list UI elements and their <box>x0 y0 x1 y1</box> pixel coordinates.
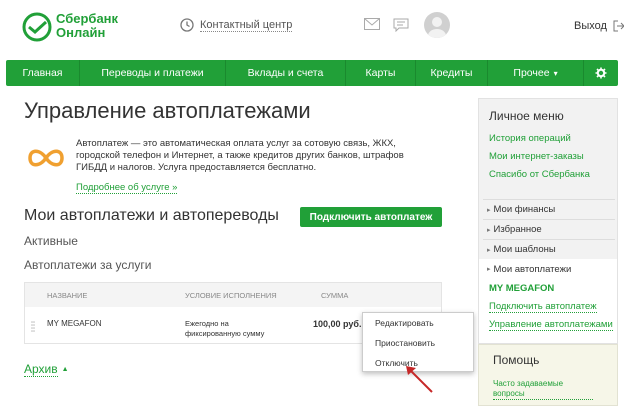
column-header-name: НАЗВАНИЕ <box>47 291 88 300</box>
row-name[interactable]: MY MEGAFON <box>47 319 102 328</box>
sidebar-section-templates[interactable]: ▸ Мои шаблоны <box>483 239 615 259</box>
row-condition-line1: Ежегодно на <box>185 319 229 328</box>
section-title: Мои автоплатежи и автопереводы <box>24 207 279 224</box>
service-details-link[interactable]: Подробнее об услуге » <box>76 182 178 194</box>
autopayment-infinity-icon <box>28 149 64 167</box>
nav-item-transfers[interactable]: Переводы и платежи <box>80 60 226 86</box>
column-header-condition: УСЛОВИЕ ИСПОЛНЕНИЯ <box>185 291 277 300</box>
row-condition: Ежегодно на фиксированную сумму <box>185 319 264 339</box>
exit-label: Выход <box>574 20 607 32</box>
mail-icon[interactable] <box>364 18 380 30</box>
sidebar-link-thanks[interactable]: Спасибо от Сбербанка <box>489 169 590 180</box>
personal-menu: Личное меню История операций Мои интерне… <box>478 98 618 344</box>
logo-line1: Сбербанк <box>56 11 119 26</box>
gear-icon <box>595 67 607 79</box>
sidebar-section-label: Избранное <box>493 224 542 235</box>
menu-item-suspend[interactable]: Приостановить <box>363 333 473 353</box>
faq-link[interactable]: Часто задаваемые вопросы <box>493 379 593 400</box>
personal-menu-title: Личное меню <box>489 109 564 123</box>
sidebar-link-history[interactable]: История операций <box>489 133 571 144</box>
exit-icon <box>613 20 624 32</box>
table-header: НАЗВАНИЕ УСЛОВИЕ ИСПОЛНЕНИЯ СУММА <box>25 283 441 307</box>
chevron-right-icon: ▸ <box>487 266 491 273</box>
sidebar-section-autopayments: ▸ Мои автоплатежи MY MEGAFON Подключить … <box>479 259 617 343</box>
clock-icon <box>180 18 194 32</box>
sidebar-section-label: Мои автоплатежи <box>493 263 572 275</box>
chevron-down-icon: ▾ <box>553 68 558 78</box>
sberbank-logo[interactable]: Сбербанк Онлайн <box>22 10 132 46</box>
chat-icon[interactable] <box>393 18 409 32</box>
help-title: Помощь <box>493 353 540 367</box>
autopayment-description: Автоплатеж — это автоматическая оплата у… <box>76 138 404 173</box>
archive-label: Архив <box>24 362 58 377</box>
contact-center-link[interactable]: Контактный центр <box>180 18 293 32</box>
header: Сбербанк Онлайн Контактный центр Выход <box>0 0 624 58</box>
chevron-right-icon: ▸ <box>487 246 491 254</box>
nav-item-deposits[interactable]: Вклады и счета <box>226 60 346 86</box>
sidebar-sub-manage[interactable]: Управление автоплатежами <box>489 319 613 331</box>
nav-item-home[interactable]: Главная <box>6 60 80 86</box>
nav-item-more[interactable]: Прочее ▾ <box>488 60 584 86</box>
row-amount: 100,00 руб. <box>313 319 362 329</box>
nav-item-more-label: Прочее <box>513 67 550 79</box>
sidebar-section-label: Мои шаблоны <box>493 244 556 255</box>
row-condition-line2: фиксированную сумму <box>185 329 265 338</box>
sidebar-section-finances[interactable]: ▸ Мои финансы <box>483 199 615 219</box>
sidebar-section-favorites[interactable]: ▸ Избранное <box>483 219 615 239</box>
column-header-amount: СУММА <box>321 291 349 300</box>
active-label: Активные <box>24 234 78 248</box>
main-nav: Главная Переводы и платежи Вклады и счет… <box>6 60 618 86</box>
sidebar-section-autopayments-header[interactable]: ▸ Мои автоплатежи <box>483 259 615 279</box>
logo-text: Сбербанк Онлайн <box>56 12 118 40</box>
avatar[interactable] <box>424 12 450 38</box>
user-silhouette-icon <box>428 17 446 38</box>
sidebar-section-label: Мои финансы <box>493 204 556 215</box>
services-label: Автоплатежи за услуги <box>24 258 152 272</box>
exit-link[interactable]: Выход <box>574 20 624 32</box>
archive-toggle[interactable]: Архив ▲ <box>24 362 69 377</box>
settings-button[interactable] <box>584 60 618 86</box>
annotation-arrow-icon <box>406 366 433 393</box>
contact-center-label: Контактный центр <box>200 18 293 32</box>
help-panel: Помощь Часто задаваемые вопросы <box>478 344 618 406</box>
nav-item-cards[interactable]: Карты <box>346 60 416 86</box>
sidebar-sub-megafon[interactable]: MY MEGAFON <box>489 283 554 294</box>
chevron-right-icon: ▸ <box>487 206 491 214</box>
logo-line2: Онлайн <box>56 25 106 40</box>
sidebar-sub-connect[interactable]: Подключить автоплатеж <box>489 301 597 313</box>
menu-item-edit[interactable]: Редактировать <box>363 313 473 333</box>
chevron-up-icon: ▲ <box>61 366 69 373</box>
connect-autopayment-button[interactable]: Подключить автоплатеж <box>300 207 442 227</box>
sidebar-link-orders[interactable]: Мои интернет-заказы <box>489 151 584 162</box>
drag-handle-icon[interactable] <box>31 321 35 333</box>
page-title: Управление автоплатежами <box>24 98 311 123</box>
sberbank-logo-icon <box>22 12 52 42</box>
chevron-right-icon: ▸ <box>487 226 491 234</box>
nav-item-credits[interactable]: Кредиты <box>416 60 488 86</box>
